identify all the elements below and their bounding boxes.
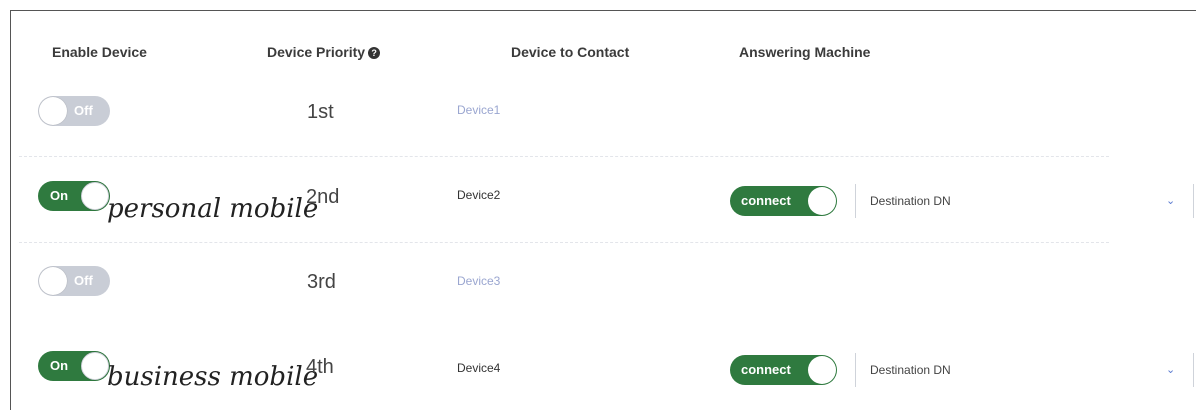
device-name: Device4 bbox=[457, 361, 501, 375]
header-device-priority: Device Priority? bbox=[267, 44, 381, 60]
enable-toggle-device1[interactable]: Off bbox=[38, 96, 110, 126]
header-answering-machine: Answering Machine bbox=[739, 44, 871, 60]
field-separator bbox=[1193, 353, 1194, 387]
connect-label: connect bbox=[741, 193, 791, 208]
destination-dn-select[interactable]: Destination DN bbox=[870, 194, 951, 208]
device-row-4: On business mobile 4th Device4 connect D… bbox=[11, 341, 1196, 401]
answering-machine-connect-toggle[interactable]: connect bbox=[730, 355, 837, 385]
toggle-label: Off bbox=[74, 273, 93, 288]
toggle-label: On bbox=[50, 188, 69, 203]
toggle-knob bbox=[808, 187, 836, 215]
device-row-2: On personal mobile 2nd Device2 connect D… bbox=[11, 171, 1196, 231]
handwritten-annotation: personal mobile bbox=[107, 194, 319, 224]
header-device-to-contact: Device to Contact bbox=[511, 44, 630, 60]
priority-label: 2nd bbox=[306, 186, 340, 208]
toggle-knob bbox=[81, 182, 109, 210]
toggle-label: On bbox=[50, 358, 69, 373]
header-device-priority-label: Device Priority bbox=[267, 44, 366, 60]
toggle-knob bbox=[808, 356, 836, 384]
field-separator bbox=[855, 353, 856, 387]
toggle-knob bbox=[39, 267, 67, 295]
field-separator bbox=[1193, 184, 1194, 218]
device-name: Device3 bbox=[457, 274, 501, 288]
enable-toggle-device3[interactable]: Off bbox=[38, 266, 110, 296]
connect-label: connect bbox=[741, 362, 791, 377]
row-divider bbox=[19, 156, 1109, 157]
device-row-1: Off 1st Device1 bbox=[11, 81, 1196, 141]
priority-label: 4th bbox=[306, 356, 334, 378]
row-divider bbox=[19, 242, 1109, 243]
enable-toggle-device4[interactable]: On bbox=[38, 351, 110, 381]
chevron-down-icon[interactable]: ⌄ bbox=[1166, 363, 1175, 376]
chevron-down-icon[interactable]: ⌄ bbox=[1166, 194, 1175, 207]
toggle-label: Off bbox=[74, 103, 93, 118]
device-name: Device2 bbox=[457, 188, 501, 202]
field-separator bbox=[855, 184, 856, 218]
priority-label: 3rd bbox=[307, 271, 336, 293]
toggle-knob bbox=[81, 352, 109, 380]
device-row-3: Off 3rd Device3 bbox=[11, 251, 1196, 311]
enable-toggle-device2[interactable]: On bbox=[38, 181, 110, 211]
toggle-knob bbox=[39, 97, 67, 125]
header-enable-device: Enable Device bbox=[52, 44, 147, 60]
handwritten-annotation: business mobile bbox=[107, 362, 319, 392]
device-name: Device1 bbox=[457, 103, 501, 117]
answering-machine-connect-toggle[interactable]: connect bbox=[730, 186, 837, 216]
help-icon[interactable]: ? bbox=[368, 47, 381, 59]
device-settings-panel: Enable Device Device Priority? Device to… bbox=[10, 10, 1196, 410]
destination-dn-select[interactable]: Destination DN bbox=[870, 363, 951, 377]
priority-label: 1st bbox=[307, 101, 334, 123]
